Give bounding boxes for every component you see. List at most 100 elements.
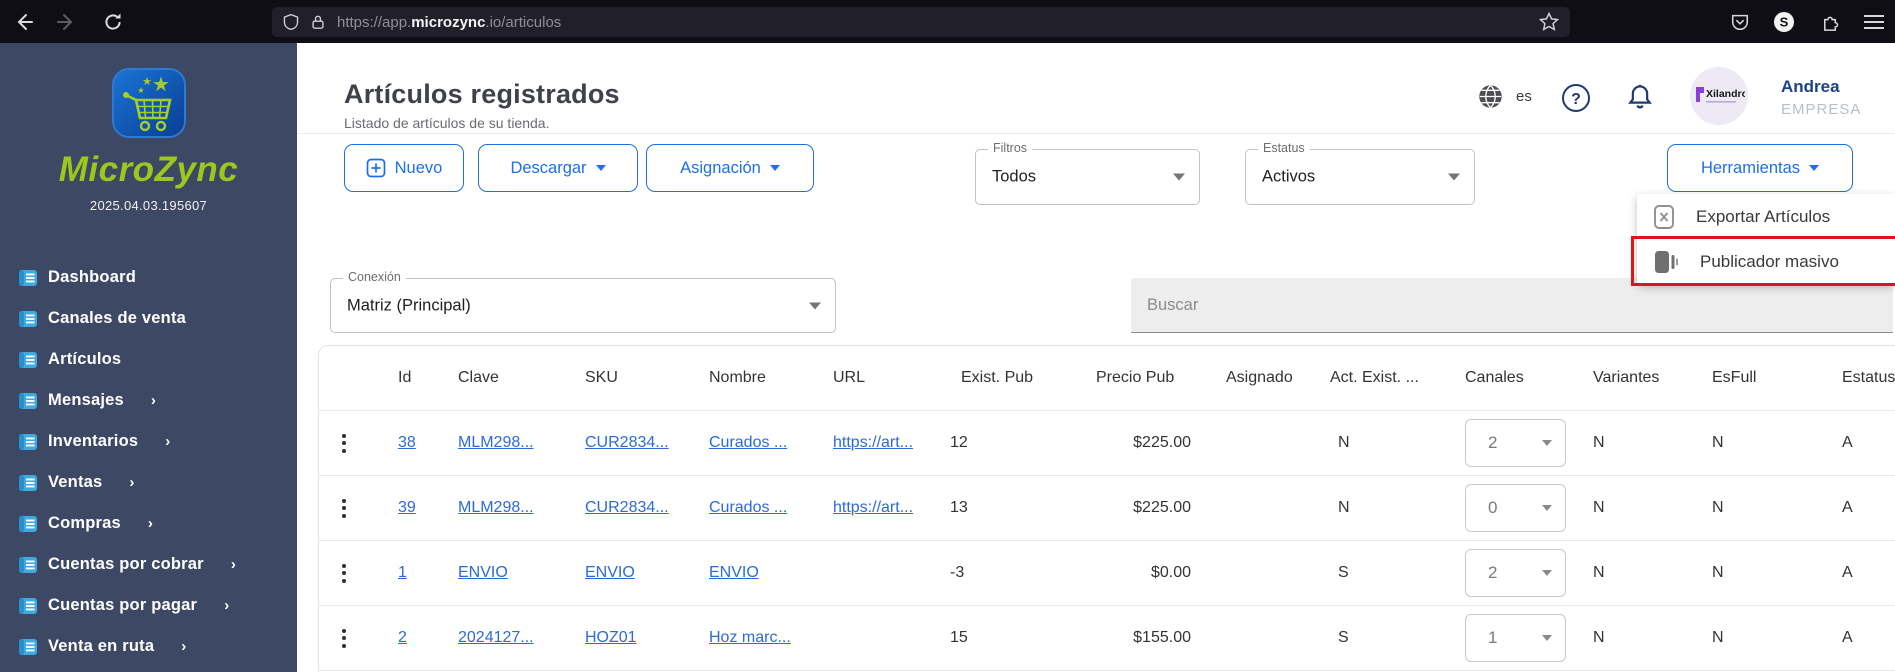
sidebar-item-dashboard[interactable]: Dashboard (0, 257, 297, 298)
hamburger-icon (1864, 14, 1884, 29)
filters-select-label: Filtros (988, 141, 1033, 155)
tools-dropdown-menu: Exportar Artículos Publicador masivo (1637, 194, 1895, 284)
chevron-right-icon: › (230, 556, 236, 573)
search-input[interactable]: Buscar (1131, 278, 1893, 333)
sidebar-item-label: Artículos (48, 350, 122, 368)
id-link[interactable]: 2 (398, 629, 407, 647)
cell-estatus: A (1842, 629, 1853, 646)
sidebar-item-catalogos[interactable]: Catalogos› (0, 667, 297, 672)
connection-select-value: Matriz (Principal) (347, 296, 471, 314)
sidebar-item-cuentas-por-pagar[interactable]: Cuentas por pagar › (0, 585, 297, 626)
sidebar-item-articulos[interactable]: Artículos (0, 339, 297, 380)
filters-select-value: Todos (992, 167, 1037, 186)
bookmark-star-button[interactable] (1538, 11, 1560, 38)
menu-item-publicador-masivo[interactable]: Publicador masivo (1637, 239, 1895, 284)
kebab-menu-icon[interactable] (342, 433, 346, 453)
chevron-down-icon (595, 165, 606, 171)
url-link[interactable]: https://art... (833, 499, 913, 517)
status-select[interactable]: Estatus Activos (1245, 141, 1475, 205)
download-button[interactable]: Descargar (478, 144, 638, 192)
sku-link[interactable]: ENVIO (585, 564, 635, 582)
sidebar-item-mensajes[interactable]: Mensajes › (0, 380, 297, 421)
kebab-menu-icon[interactable] (342, 628, 346, 648)
shield-icon (283, 13, 299, 31)
canales-select[interactable]: 2 (1465, 419, 1566, 467)
canales-select[interactable]: 2 (1465, 549, 1566, 597)
id-link[interactable]: 39 (398, 499, 416, 517)
chevron-down-icon (1542, 440, 1552, 446)
table-header-actions (319, 346, 377, 410)
assignment-button[interactable]: Asignación (646, 144, 814, 192)
cell-nombre: Curados ... (688, 411, 812, 475)
articles-table: Id Clave SKU Nombre URL Exist. Pub Precio Pub A… (318, 345, 1895, 672)
cell-estatus: A (1842, 564, 1853, 581)
clave-link[interactable]: ENVIO (458, 564, 508, 582)
cell-id: 2 (377, 606, 437, 670)
cell-exist: 12 (950, 434, 968, 451)
nombre-link[interactable]: Hoz marc... (709, 629, 791, 647)
browser-forward-button[interactable] (50, 0, 84, 43)
sidebar-item-label: Cuentas por pagar (48, 596, 198, 614)
language-button[interactable] (1477, 83, 1504, 115)
assignment-button-label: Asignación (680, 158, 761, 177)
clave-link[interactable]: 2024127... (458, 629, 534, 647)
lock-icon (312, 15, 324, 29)
table-row: 39 MLM298... CUR2834... Curados ... https://… (319, 476, 1895, 541)
nombre-link[interactable]: ENVIO (709, 564, 759, 582)
browser-toolbar: https://app.microzync.io/articulos S (0, 0, 1895, 43)
address-bar[interactable]: https://app.microzync.io/articulos (272, 7, 1570, 37)
table-header-nombre: Nombre (709, 369, 766, 386)
menu-button[interactable] (1857, 0, 1891, 43)
sidebar-item-ventas[interactable]: Ventas › (0, 462, 297, 503)
app-version: 2025.04.03.195607 (89, 198, 208, 213)
extensions-button[interactable] (1813, 0, 1847, 43)
forward-icon (57, 13, 73, 30)
extension-s-button[interactable]: S (1767, 0, 1801, 43)
id-link[interactable]: 1 (398, 564, 407, 582)
sidebar-item-venta-en-ruta[interactable]: Venta en ruta › (0, 626, 297, 667)
kebab-menu-icon[interactable] (342, 563, 346, 583)
clave-link[interactable]: MLM298... (458, 434, 534, 452)
cell-act_exist: N (1338, 499, 1350, 516)
clave-link[interactable]: MLM298... (458, 499, 534, 517)
avatar[interactable]: Xilandro (1690, 67, 1748, 125)
id-link[interactable]: 38 (398, 434, 416, 452)
browser-reload-button[interactable] (96, 0, 130, 43)
notifications-button[interactable] (1626, 83, 1654, 118)
row-actions-cell (319, 606, 377, 670)
tools-button[interactable]: Herramientas (1667, 144, 1853, 192)
sidebar-item-compras[interactable]: Compras › (0, 503, 297, 544)
nombre-link[interactable]: Curados ... (709, 499, 787, 517)
table-row: 1 ENVIO ENVIO ENVIO -3 $0.00 S 2 N N A (319, 541, 1895, 606)
chevron-right-icon: › (165, 433, 171, 450)
cell-precio: $225.00 (1133, 434, 1191, 451)
menu-item-exportar-articulos[interactable]: Exportar Artículos (1637, 194, 1895, 239)
filters-select[interactable]: Filtros Todos (975, 141, 1200, 205)
sku-link[interactable]: CUR2834... (585, 499, 669, 517)
sidebar-item-canales-de-venta[interactable]: Canales de venta (0, 298, 297, 339)
sidebar-item-cuentas-por-cobrar[interactable]: Cuentas por cobrar › (0, 544, 297, 585)
canales-select[interactable]: 0 (1465, 484, 1566, 532)
page-title: Artículos registrados (344, 79, 620, 109)
browser-back-button[interactable] (6, 0, 40, 43)
table-header-asignado: Asignado (1226, 369, 1293, 386)
nombre-link[interactable]: Curados ... (709, 434, 787, 452)
connection-select[interactable]: Conexión Matriz (Principal) (330, 270, 836, 333)
sku-link[interactable]: HOZ01 (585, 629, 637, 647)
pocket-button[interactable] (1723, 0, 1757, 43)
url-link[interactable]: https://art... (833, 434, 913, 452)
new-button[interactable]: Nuevo (344, 144, 464, 192)
connection-select-label: Conexión (343, 270, 406, 284)
cell-sku: HOZ01 (564, 606, 688, 670)
cell-asignado (1209, 476, 1319, 540)
book-icon (19, 638, 37, 655)
help-button[interactable]: ? (1561, 83, 1591, 118)
sidebar-item-inventarios[interactable]: Inventarios › (0, 421, 297, 462)
canales-cell: 2 (1444, 411, 1589, 475)
sku-link[interactable]: CUR2834... (585, 434, 669, 452)
canales-select[interactable]: 1 (1465, 614, 1566, 662)
sidebar-item-label: Inventarios (48, 432, 139, 450)
cell-precio: $225.00 (1133, 499, 1191, 516)
cell-url: https://art... (812, 476, 940, 540)
kebab-menu-icon[interactable] (342, 498, 346, 518)
